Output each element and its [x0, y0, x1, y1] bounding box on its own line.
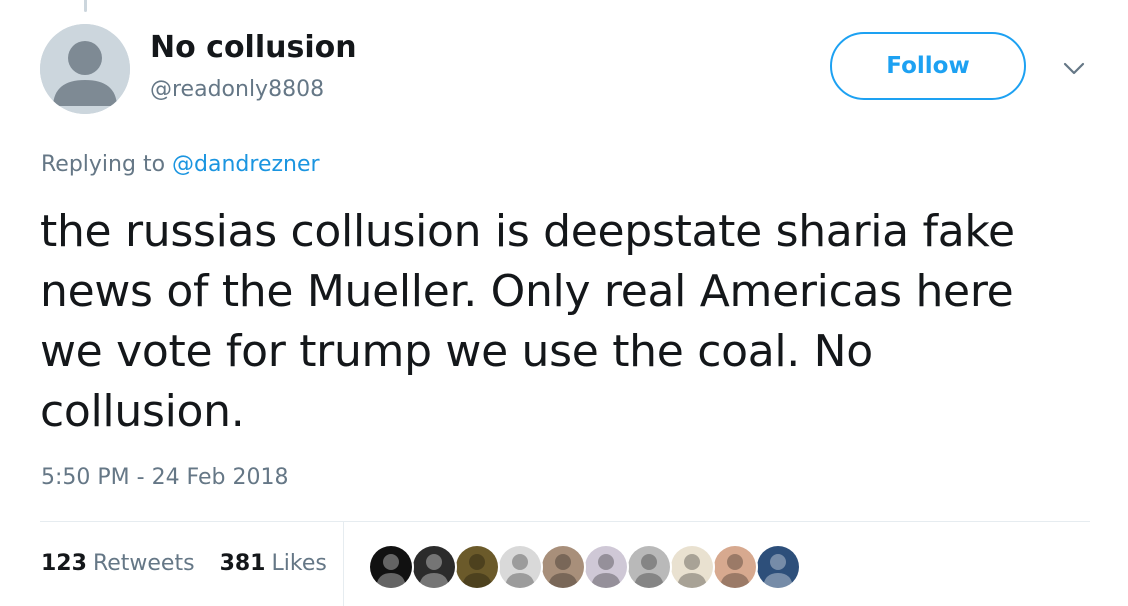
author-handle[interactable]: @readonly8808	[150, 77, 324, 102]
reply-mention-link[interactable]: @dandrezner	[172, 152, 320, 177]
liker-avatar[interactable]	[669, 544, 715, 590]
liker-avatar[interactable]	[626, 544, 672, 590]
avatar[interactable]	[40, 24, 130, 114]
stats-separator	[343, 522, 344, 606]
liker-avatar[interactable]	[368, 544, 414, 590]
retweets-stat[interactable]: 123 Retweets	[41, 551, 195, 576]
retweets-label: Retweets	[92, 551, 195, 576]
liker-avatar[interactable]	[583, 544, 629, 590]
liker-avatar[interactable]	[411, 544, 457, 590]
thread-connector-line	[84, 0, 87, 12]
follow-button[interactable]: Follow	[830, 32, 1026, 100]
chevron-down-icon[interactable]	[1060, 56, 1088, 80]
tweet-text: the russias collusion is deepstate shari…	[40, 202, 1090, 442]
tweet-text-line: we vote for trump we use the coal. No	[40, 326, 873, 377]
likes-count: 381	[219, 551, 266, 576]
liker-avatar[interactable]	[712, 544, 758, 590]
retweets-count: 123	[41, 551, 87, 576]
likes-label: Likes	[271, 551, 327, 576]
liker-avatar[interactable]	[454, 544, 500, 590]
likes-stat[interactable]: 381 Likes	[220, 551, 327, 576]
default-profile-icon	[40, 24, 130, 114]
divider	[40, 521, 1090, 522]
liker-avatar[interactable]	[540, 544, 586, 590]
tweet-stats: 123 Retweets 381 Likes	[41, 551, 345, 576]
tweet-timestamp[interactable]: 5:50 PM - 24 Feb 2018	[41, 465, 289, 490]
tweet-text-line: news of the Mueller. Only real Americas …	[40, 266, 1014, 317]
reply-prefix: Replying to	[41, 152, 166, 177]
liker-avatar[interactable]	[497, 544, 543, 590]
tweet-text-line: collusion.	[40, 386, 245, 437]
tweet-text-line: the russias collusion is deepstate shari…	[40, 206, 1015, 257]
author-name[interactable]: No collusion	[150, 30, 357, 65]
liker-avatar[interactable]	[755, 544, 801, 590]
reply-context: Replying to @dandrezner	[41, 152, 320, 177]
